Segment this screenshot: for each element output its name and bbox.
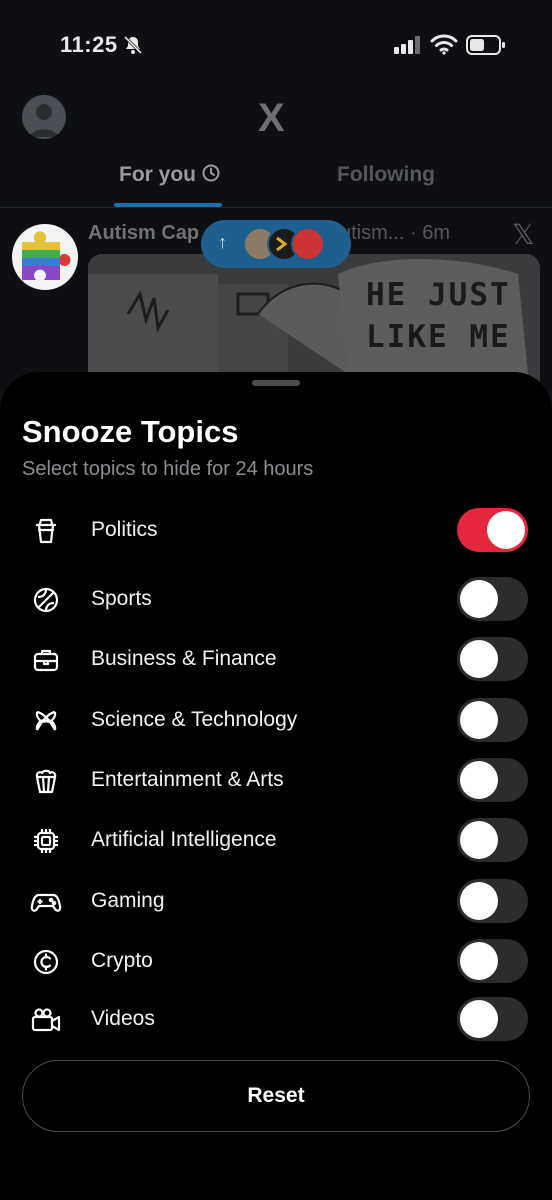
signal-icon [394,36,422,59]
toggle-knob [460,821,498,859]
topic-row-artificial-intelligence[interactable]: Artificial Intelligence [0,815,552,865]
gamepad-icon [28,884,64,920]
topic-row-politics[interactable]: Politics [0,505,552,555]
atom-icon [28,703,64,739]
topic-row-gaming[interactable]: Gaming [0,876,552,926]
topic-label: Crypto [91,949,153,972]
x-logo: X [258,96,285,140]
popcorn-icon [28,763,64,799]
comic-text-line-1: HE JUST [366,277,511,313]
topic-row-sports[interactable]: Sports [0,574,552,624]
tab-for-you[interactable]: For you [119,163,220,187]
chip-icon [28,823,64,859]
topic-label: Sports [91,587,152,610]
topic-toggle-videos[interactable] [457,997,528,1041]
new-post-avatar [291,227,325,261]
sheet-subtitle: Select topics to hide for 24 hours [22,458,314,480]
topic-toggle-artificial-intelligence[interactable] [457,818,528,862]
wifi-icon [430,33,458,60]
topic-label: Business & Finance [91,647,277,670]
topic-row-entertainment-arts[interactable]: Entertainment & Arts [0,755,552,805]
bell-slash-icon [122,34,144,61]
topic-row-videos[interactable]: Videos [0,994,552,1044]
tab-for-you-label: For you [119,163,196,186]
post-author-avatar[interactable] [12,224,78,290]
battery-icon [466,34,506,61]
topic-row-science-technology[interactable]: Science & Technology [0,695,552,745]
topic-toggle-science-technology[interactable] [457,698,528,742]
divider [0,207,552,208]
toggle-knob [460,1000,498,1038]
sheet-grabber[interactable] [252,380,300,386]
toggle-knob [460,640,498,678]
tab-following[interactable]: Following [337,163,435,187]
arrow-up-icon: ↑ [218,232,227,252]
topic-label: Artificial Intelligence [91,828,277,851]
comic-speech-text: HE JUST LIKE ME [366,274,511,358]
topic-label: Gaming [91,889,165,912]
toggle-knob [460,882,498,920]
topic-label: Videos [91,1007,155,1030]
post-author-name[interactable]: Autism Cap [88,222,199,245]
topic-label: Entertainment & Arts [91,768,284,791]
new-posts-pill[interactable]: ↑ [201,220,351,268]
topic-toggle-gaming[interactable] [457,879,528,923]
reset-button[interactable]: Reset [22,1060,530,1132]
topic-row-business-finance[interactable]: Business & Finance [0,634,552,684]
topic-toggle-politics[interactable] [457,508,528,552]
toggle-knob [460,761,498,799]
coffee-cup-icon [28,513,64,549]
sheet-title: Snooze Topics [22,414,239,449]
video-camera-icon [28,1002,64,1038]
status-bar: 11:25 [0,0,552,90]
clock-icon [202,163,220,186]
profile-avatar[interactable] [22,95,66,139]
ball-icon [28,582,64,618]
comic-text-line-2: LIKE ME [366,319,511,355]
toggle-knob [487,511,525,549]
grok-x-icon[interactable]: 𝕏 [512,218,535,251]
topic-toggle-sports[interactable] [457,577,528,621]
status-time: 11:25 [60,32,118,57]
post-handle-time: utism... · 6m [340,222,451,244]
topic-toggle-entertainment-arts[interactable] [457,758,528,802]
briefcase-icon [28,642,64,678]
topic-toggle-business-finance[interactable] [457,637,528,681]
toggle-knob [460,701,498,739]
coin-icon [28,944,64,980]
topic-toggle-crypto[interactable] [457,939,528,983]
toggle-knob [460,942,498,980]
topic-row-crypto[interactable]: Crypto [0,936,552,986]
topic-label: Science & Technology [91,708,298,731]
topic-label: Politics [91,518,158,541]
toggle-knob [460,580,498,618]
